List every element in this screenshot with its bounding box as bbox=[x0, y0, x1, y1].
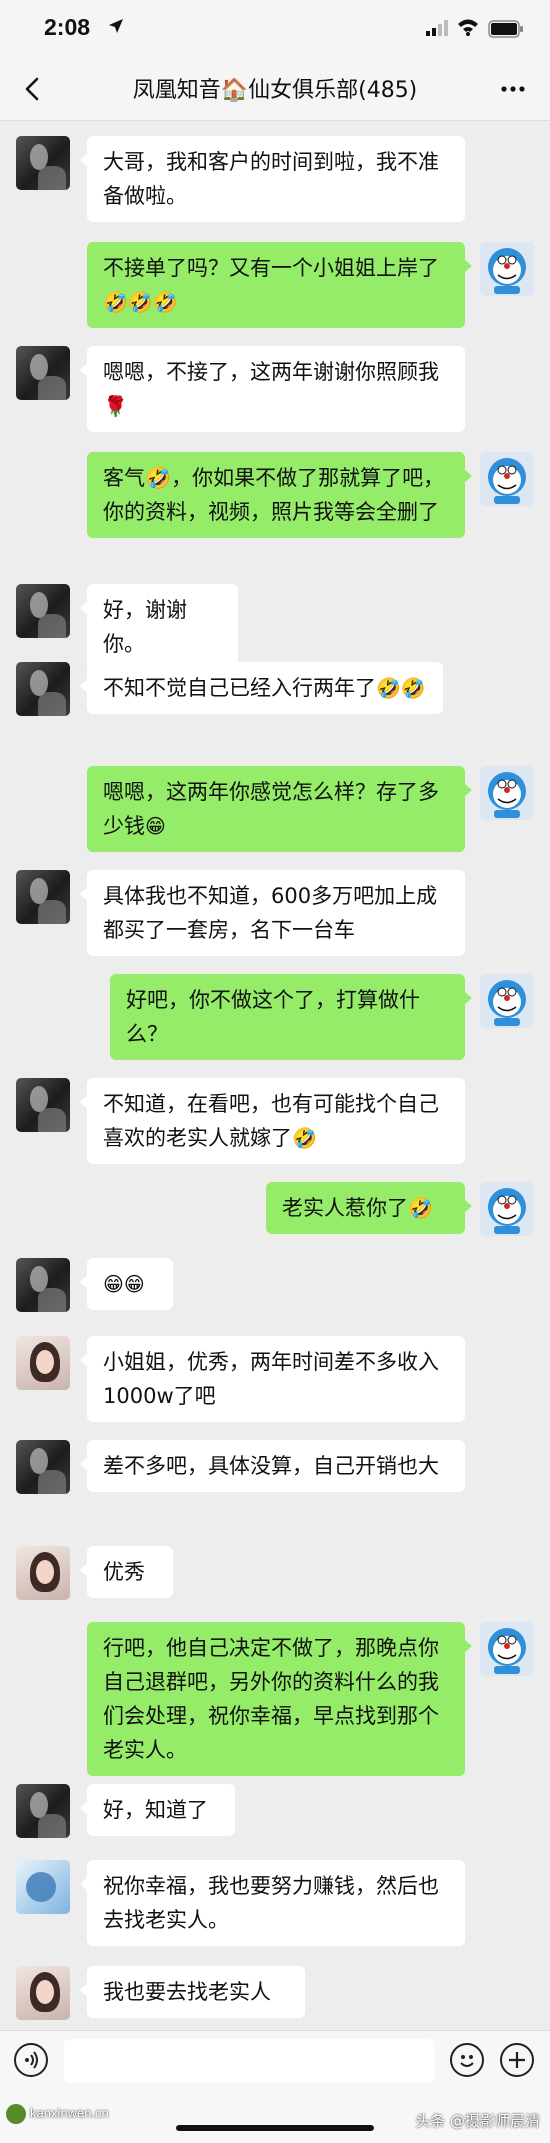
status-bar: 2:08 bbox=[0, 0, 550, 58]
watermark-left: kanxinwen.cn bbox=[6, 2104, 109, 2124]
avatar[interactable] bbox=[480, 766, 534, 820]
watermark-right: 头条 @摄影师晨清 bbox=[415, 2112, 540, 2130]
status-time: 2:08 bbox=[44, 14, 91, 40]
message-text: 差不多吧，具体没算，自己开销也大 bbox=[103, 1454, 439, 1478]
location-arrow-icon bbox=[109, 19, 123, 33]
avatar[interactable] bbox=[16, 1258, 70, 1312]
emoji-laughing-icon: 🤣 bbox=[292, 1126, 317, 1150]
avatar[interactable] bbox=[16, 584, 70, 638]
message-text: 我也要去找老实人 bbox=[103, 1980, 271, 2004]
emoji-button-icon[interactable] bbox=[450, 2043, 484, 2077]
message-bubble: 不接单了吗？又有一个小姐姐上岸了 🤣🤣🤣 bbox=[87, 242, 472, 328]
message-bubble: 好，谢谢你。 bbox=[80, 584, 238, 670]
avatar[interactable] bbox=[16, 1440, 70, 1494]
doraemon-avatar-icon bbox=[488, 1628, 526, 1674]
back-arrow-icon[interactable] bbox=[18, 74, 48, 104]
message-text: 具体我也不知道，600多万吧加上成都买了一套房，名下一台车 bbox=[103, 884, 438, 942]
avatar[interactable] bbox=[480, 1182, 534, 1236]
message-input[interactable] bbox=[64, 2039, 434, 2083]
message-bubble: 具体我也不知道，600多万吧加上成都买了一套房，名下一台车 bbox=[80, 870, 465, 956]
voice-input-icon[interactable] bbox=[14, 2043, 48, 2077]
more-options-icon[interactable] bbox=[498, 74, 528, 104]
battery-icon bbox=[488, 20, 523, 38]
message-text: 小姐姐，优秀，两年时间差不多收入1000w了吧 bbox=[103, 1350, 439, 1408]
watermark-left-text: kanxinwen.cn bbox=[30, 2105, 109, 2121]
message-bubble: 好吧，你不做这个了，打算做什么？ bbox=[110, 974, 472, 1060]
signal-icon bbox=[426, 20, 448, 36]
avatar[interactable] bbox=[16, 346, 70, 400]
avatar[interactable] bbox=[16, 136, 70, 190]
message-bubble: 😁😁 bbox=[80, 1258, 173, 1310]
message-text: 优秀 bbox=[103, 1560, 145, 1584]
message-text: 好，知道了 bbox=[103, 1798, 208, 1822]
message-bubble: 老实人惹你了🤣 bbox=[266, 1182, 472, 1234]
plus-button-icon[interactable] bbox=[500, 2043, 534, 2077]
doraemon-avatar-icon bbox=[488, 1188, 526, 1234]
avatar[interactable] bbox=[480, 242, 534, 296]
avatar[interactable] bbox=[16, 1966, 70, 2020]
message-text: 老实人惹你了 bbox=[282, 1196, 408, 1220]
message-bubble: 祝你幸福，我也要努力赚钱，然后也去找老实人。 bbox=[80, 1860, 465, 1946]
doraemon-avatar-icon bbox=[488, 980, 526, 1026]
message-bubble: 嗯嗯，这两年你感觉怎么样？存了多少钱😁 bbox=[87, 766, 472, 852]
avatar[interactable] bbox=[16, 1860, 70, 1914]
message-bubble: 优秀 bbox=[80, 1546, 173, 1598]
avatar[interactable] bbox=[480, 974, 534, 1028]
message-bubble: 嗯嗯，不接了，这两年谢谢你照顾我 🌹 bbox=[80, 346, 465, 432]
emoji-rose-icon: 🌹 bbox=[103, 394, 128, 418]
message-text: 好吧，你不做这个了，打算做什么？ bbox=[126, 988, 420, 1046]
home-indicator[interactable] bbox=[176, 2125, 374, 2131]
doraemon-avatar-icon bbox=[488, 772, 526, 818]
avatar[interactable] bbox=[16, 662, 70, 716]
message-text: 不知不觉自己已经入行两年了 bbox=[103, 676, 376, 700]
emoji-grin-icon: 😁 bbox=[145, 814, 166, 838]
chat-title: 凤凰知音🏠仙女俱乐部(485) bbox=[132, 78, 418, 103]
site-logo-icon bbox=[6, 2104, 26, 2124]
message-bubble: 不知道，在看吧，也有可能找个自己喜欢的老实人就嫁了🤣 bbox=[80, 1078, 465, 1164]
message-text: 祝你幸福，我也要努力赚钱，然后也去找老实人。 bbox=[103, 1874, 439, 1932]
chat-header: 凤凰知音🏠仙女俱乐部(485) bbox=[0, 58, 550, 121]
message-bubble: 小姐姐，优秀，两年时间差不多收入1000w了吧 bbox=[80, 1336, 465, 1422]
avatar[interactable] bbox=[16, 1336, 70, 1390]
avatar[interactable] bbox=[16, 1784, 70, 1838]
doraemon-avatar-icon bbox=[488, 458, 526, 504]
message-text: 客气🤣，你如果不做了那就算了吧，你的资料，视频，照片我等会全删了 bbox=[103, 466, 445, 524]
doraemon-avatar-icon bbox=[488, 248, 526, 294]
smiley-icon bbox=[460, 2055, 474, 2067]
avatar[interactable] bbox=[16, 1078, 70, 1132]
sound-wave-icon bbox=[25, 2051, 38, 2069]
avatar[interactable] bbox=[16, 870, 70, 924]
emoji-grin-icon: 😁😁 bbox=[103, 1272, 145, 1296]
emoji-laughing-icon: 🤣 bbox=[408, 1196, 433, 1220]
message-text: 大哥，我和客户的时间到啦，我不准备做啦。 bbox=[103, 150, 439, 208]
emoji-laughing-icon: 🤣🤣 bbox=[376, 676, 426, 700]
plus-icon bbox=[509, 2052, 525, 2068]
message-text: 嗯嗯，不接了，这两年谢谢你照顾我 bbox=[103, 360, 439, 384]
message-bubble: 差不多吧，具体没算，自己开销也大 bbox=[80, 1440, 465, 1492]
message-text: 行吧，他自己决定不做了，那晚点你自己退群吧，另外你的资料什么的我们会处理，祝你幸… bbox=[103, 1636, 439, 1762]
avatar[interactable] bbox=[480, 452, 534, 506]
message-bubble: 行吧，他自己决定不做了，那晚点你自己退群吧，另外你的资料什么的我们会处理，祝你幸… bbox=[87, 1622, 472, 1776]
message-bubble: 客气🤣，你如果不做了那就算了吧，你的资料，视频，照片我等会全删了 bbox=[87, 452, 472, 538]
message-text: 不知道，在看吧，也有可能找个自己喜欢的老实人就嫁了 bbox=[103, 1092, 439, 1150]
avatar[interactable] bbox=[480, 1622, 534, 1676]
wifi-icon bbox=[458, 19, 478, 36]
message-bubble: 不知不觉自己已经入行两年了🤣🤣 bbox=[80, 662, 443, 714]
message-bubble: 好，知道了 bbox=[80, 1784, 235, 1836]
message-bubble: 我也要去找老实人 bbox=[80, 1966, 305, 2018]
message-bubble: 大哥，我和客户的时间到啦，我不准备做啦。 bbox=[80, 136, 465, 222]
message-text: 好，谢谢你。 bbox=[103, 598, 187, 656]
emoji-laughing-icon: 🤣🤣🤣 bbox=[103, 290, 178, 314]
avatar[interactable] bbox=[16, 1546, 70, 1600]
message-text: 不接单了吗？又有一个小姐姐上岸了 bbox=[103, 256, 439, 280]
